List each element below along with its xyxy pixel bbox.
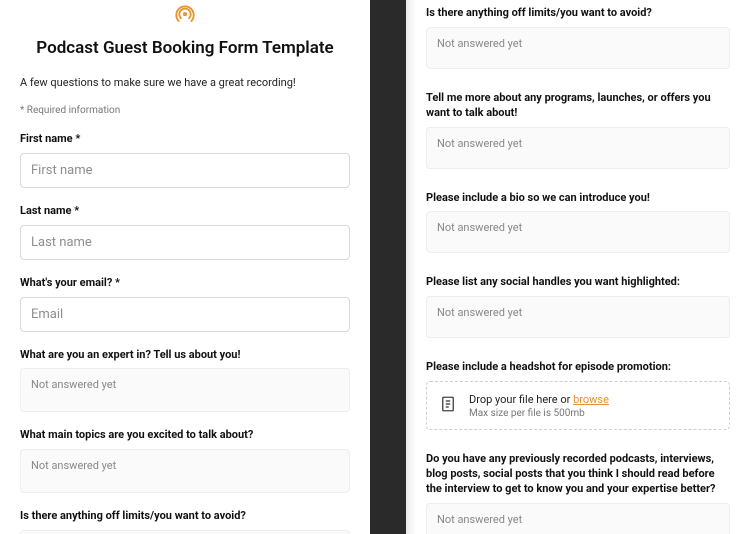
panel-divider [370, 0, 406, 534]
field-first-name: First name * [20, 132, 350, 188]
field-socials: Please list any social handles you want … [426, 275, 730, 338]
input-first-name[interactable] [20, 153, 350, 188]
input-topics[interactable]: Not answered yet [20, 449, 350, 493]
input-avoid-right[interactable]: Not answered yet [426, 27, 730, 69]
label-last-name: Last name * [20, 204, 350, 219]
label-expert: What are you an expert in? Tell us about… [20, 348, 350, 363]
field-expert: What are you an expert in? Tell us about… [20, 348, 350, 413]
label-bio: Please include a bio so we can introduce… [426, 191, 730, 206]
upload-text-wrap: Drop your file here or browse Max size p… [469, 392, 609, 419]
label-socials: Please list any social handles you want … [426, 275, 730, 290]
label-first-name: First name * [20, 132, 350, 147]
input-socials[interactable]: Not answered yet [426, 296, 730, 338]
label-avoid-left: Is there anything off limits/you want to… [20, 509, 350, 524]
field-topics: What main topics are you excited to talk… [20, 428, 350, 493]
field-avoid-right: Is there anything off limits/you want to… [426, 6, 730, 69]
upload-drop-text: Drop your file here or [469, 393, 573, 406]
browse-link[interactable]: browse [573, 393, 609, 406]
input-previous[interactable]: Not answered yet [426, 503, 730, 534]
upload-dropzone[interactable]: Drop your file here or browse Max size p… [426, 381, 730, 430]
label-programs: Tell me more about any programs, launche… [426, 91, 730, 121]
field-programs: Tell me more about any programs, launche… [426, 91, 730, 169]
field-last-name: Last name * [20, 204, 350, 260]
input-expert[interactable]: Not answered yet [20, 368, 350, 412]
intro-text: A few questions to make sure we have a g… [20, 76, 350, 89]
field-avoid-left: Is there anything off limits/you want to… [20, 509, 350, 534]
input-email[interactable] [20, 297, 350, 332]
right-panel: Is there anything off limits/you want to… [406, 0, 750, 534]
upload-text: Drop your file here or browse [469, 392, 609, 407]
field-headshot: Please include a headshot for episode pr… [426, 360, 730, 430]
input-last-name[interactable] [20, 225, 350, 260]
input-avoid-left[interactable]: Not answered yet [20, 530, 350, 534]
label-email: What's your email? * [20, 276, 350, 291]
left-panel: Podcast Guest Booking Form Template A fe… [0, 0, 370, 534]
podcast-icon-wrap [20, 4, 350, 30]
label-previous: Do you have any previously recorded podc… [426, 452, 730, 497]
upload-maxsize: Max size per file is 500mb [469, 408, 609, 419]
label-avoid-right: Is there anything off limits/you want to… [426, 6, 730, 21]
field-email: What's your email? * [20, 276, 350, 332]
field-previous: Do you have any previously recorded podc… [426, 452, 730, 534]
file-icon [439, 395, 457, 417]
label-topics: What main topics are you excited to talk… [20, 428, 350, 443]
input-programs[interactable]: Not answered yet [426, 127, 730, 169]
input-bio[interactable]: Not answered yet [426, 211, 730, 253]
label-headshot: Please include a headshot for episode pr… [426, 360, 730, 375]
form-title: Podcast Guest Booking Form Template [20, 38, 350, 58]
podcast-icon [174, 4, 196, 30]
required-note: * Required information [20, 105, 350, 116]
field-bio: Please include a bio so we can introduce… [426, 191, 730, 254]
